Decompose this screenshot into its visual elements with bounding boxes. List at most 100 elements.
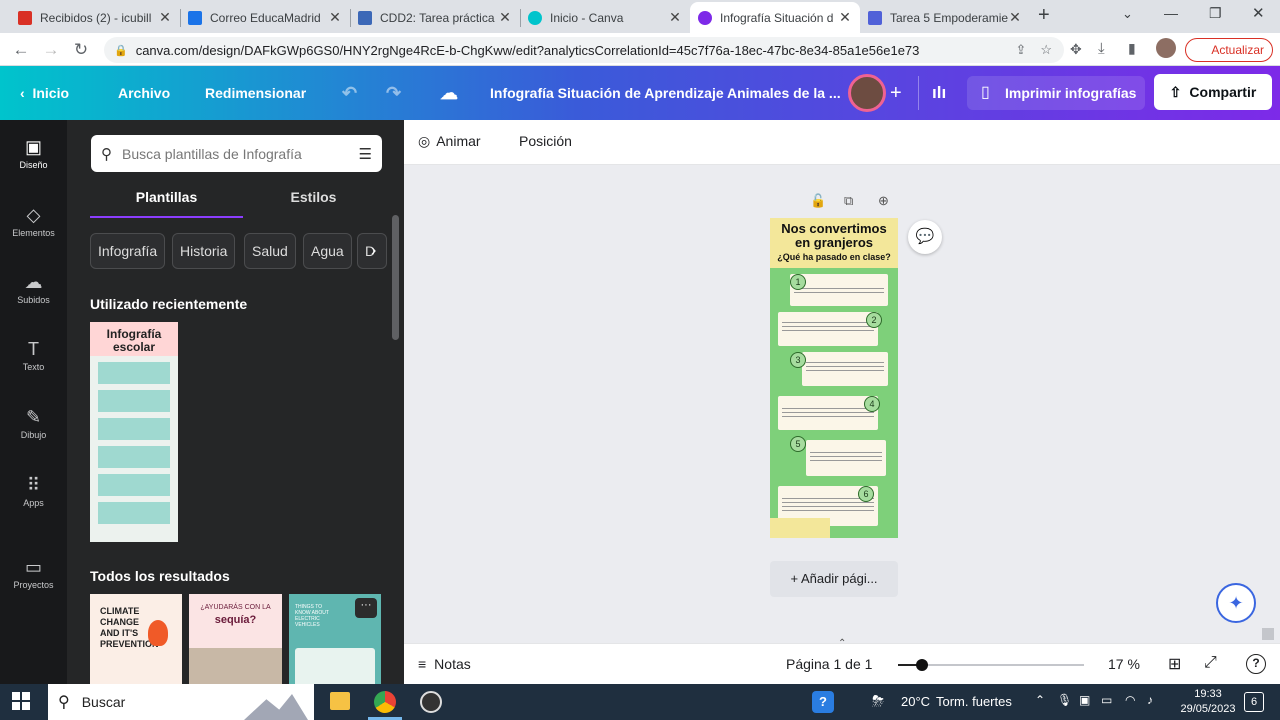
resize-button[interactable]: Redimensionar	[205, 66, 306, 120]
lock-icon[interactable]: 🔓	[810, 193, 826, 209]
fullscreen-icon[interactable]: ⤢	[1204, 654, 1217, 672]
browser-tab[interactable]: Correo EducaMadrid ✕	[180, 2, 350, 33]
back-icon[interactable]: ←	[10, 39, 32, 61]
collaborator-avatar[interactable]	[848, 74, 886, 112]
url-field[interactable]: 🔒 canva.com/design/DAFkGWp6GS0/HNY2rgNge…	[104, 37, 1064, 63]
file-explorer-icon[interactable]	[330, 692, 350, 710]
result-template-electric-vehicles[interactable]: THINGS TO KNOW ABOUT ELECTRIC VEHICLES ·…	[289, 594, 381, 684]
page-footer-band	[770, 518, 830, 538]
chevron-right-icon[interactable]: ›	[371, 242, 376, 260]
microphone-icon[interactable]: 🎙	[1057, 693, 1072, 707]
step-card	[778, 312, 878, 346]
chip-infografia[interactable]: Infografía	[90, 233, 166, 269]
extensions-icon[interactable]: ✥	[1070, 41, 1082, 58]
tab-styles[interactable]: Estilos	[237, 182, 390, 218]
window-close-button[interactable]: ✕	[1252, 4, 1265, 22]
browser-tab[interactable]: Inicio - Canva ✕	[520, 2, 690, 33]
chevron-up-icon[interactable]: ⌃	[1035, 693, 1045, 707]
scrollbar[interactable]	[392, 215, 399, 340]
close-icon[interactable]: ✕	[498, 9, 512, 26]
browser-tab[interactable]: CDD2: Tarea práctica ✕	[350, 2, 520, 33]
side-panel-icon[interactable]: ▮	[1128, 40, 1136, 57]
chip-salud[interactable]: Salud	[244, 233, 296, 269]
comment-icon[interactable]: 💬	[908, 220, 942, 254]
rail-item-text[interactable]: T Texto	[0, 338, 67, 372]
rail-item-design[interactable]: ▣ Diseño	[0, 136, 67, 170]
battery-icon[interactable]: ▭	[1101, 693, 1112, 707]
insights-chart-icon[interactable]: ılı	[932, 66, 946, 120]
chip-agua[interactable]: Agua	[303, 233, 352, 269]
position-button[interactable]: Posición	[519, 133, 572, 149]
design-page[interactable]: Nos convertimos en granjeros ¿Qué ha pas…	[770, 218, 898, 538]
download-icon[interactable]: ⤓	[1098, 40, 1105, 57]
close-icon[interactable]: ✕	[158, 9, 172, 26]
restore-button[interactable]: ❐	[1209, 5, 1222, 22]
close-icon[interactable]: ✕	[668, 9, 682, 26]
bookmark-star-icon[interactable]: ☆	[1040, 42, 1052, 58]
windows-start-icon[interactable]	[12, 692, 30, 710]
profile-avatar[interactable]	[1156, 38, 1176, 58]
forward-icon[interactable]: →	[40, 39, 62, 61]
add-page-button[interactable]: + Añadir pági...	[770, 561, 898, 597]
help-app-icon[interactable]: ?	[812, 691, 834, 713]
file-menu-button[interactable]: Archivo	[118, 66, 170, 120]
browser-tab-active[interactable]: Infografía Situación d ✕	[690, 2, 860, 33]
volume-icon[interactable]: ♪	[1147, 693, 1153, 707]
grid-view-icon[interactable]: ⊞	[1168, 654, 1181, 674]
result-template-drought[interactable]: ¿AYUDARÁS CON LA sequía?	[189, 594, 282, 684]
recent-template-thumb[interactable]: Infografía escolar	[90, 322, 178, 542]
magic-assistant-icon[interactable]: ✦	[1216, 583, 1256, 623]
zoom-slider-thumb[interactable]	[916, 659, 928, 671]
cloud-saved-icon[interactable]: ☁	[440, 66, 458, 120]
template-search-input[interactable]: ⚲ Busca plantillas de Infografía ☰	[91, 135, 382, 172]
tab-search-icon[interactable]: ⌄	[1122, 6, 1133, 22]
weather-temp[interactable]: 20°C	[901, 694, 930, 709]
update-button[interactable]: Actualizar	[1185, 38, 1273, 62]
wifi-icon[interactable]: ◠	[1125, 693, 1135, 707]
browser-tab[interactable]: Recibidos (2) - icubill ✕	[10, 2, 180, 33]
recent-heading: Utilizado recientemente	[90, 296, 248, 312]
add-page-icon[interactable]: ⊕	[878, 193, 889, 209]
rail-item-projects[interactable]: ▭ Proyectos	[0, 556, 67, 590]
more-options-icon[interactable]: ···	[355, 598, 377, 618]
rail-item-apps[interactable]: ⠿ Apps	[0, 474, 67, 508]
notes-button[interactable]: ≡ Notas	[418, 656, 471, 672]
redo-icon[interactable]: ↷	[386, 66, 401, 120]
camera-icon[interactable]: ▣	[1079, 693, 1090, 707]
help-icon[interactable]: ?	[1246, 654, 1266, 674]
chevron-up-icon[interactable]: ⌃	[838, 638, 846, 649]
step-number: 1	[790, 274, 806, 290]
tab-templates[interactable]: Plantillas	[90, 182, 243, 218]
print-button[interactable]: ▯ Imprimir infografías	[967, 76, 1145, 110]
share-page-icon[interactable]: ⇪	[1015, 42, 1026, 58]
filter-sliders-icon[interactable]: ☰	[359, 145, 372, 163]
chrome-icon[interactable]	[374, 691, 396, 713]
close-icon[interactable]: ✕	[1008, 9, 1022, 26]
chip-historia[interactable]: Historia	[172, 233, 236, 269]
rail-item-uploads[interactable]: ☁ Subidos	[0, 271, 67, 305]
new-tab-button[interactable]: +	[1038, 4, 1050, 27]
notifications-badge[interactable]: 6	[1244, 692, 1264, 712]
weather-text[interactable]: Torm. fuertes	[936, 694, 1012, 709]
reload-icon[interactable]: ↻	[70, 39, 92, 61]
close-icon[interactable]: ✕	[328, 9, 342, 26]
share-button[interactable]: ⇧ Compartir	[1154, 74, 1272, 110]
undo-icon[interactable]: ↶	[342, 66, 357, 120]
browser-tab[interactable]: Tarea 5 Empoderamie ✕	[860, 2, 1030, 33]
rail-item-draw[interactable]: ✎ Dibujo	[0, 406, 67, 440]
grid-icon: ⠿	[26, 475, 41, 495]
obs-recorder-icon[interactable]	[420, 691, 442, 713]
rail-item-elements[interactable]: ◇ Elementos	[0, 204, 67, 238]
result-template-climate[interactable]: CLIMATE CHANGE AND IT'S PREVENTION	[90, 594, 182, 684]
close-icon[interactable]: ✕	[838, 9, 852, 26]
page-indicator[interactable]: Página 1 de 1	[786, 656, 872, 672]
clock[interactable]: 19:33 29/05/2023	[1176, 687, 1240, 717]
animate-button[interactable]: ◎ Animar	[418, 133, 481, 150]
design-title[interactable]: Infografía Situación de Aprendizaje Anim…	[490, 66, 841, 120]
add-collaborator-icon[interactable]: +	[890, 66, 902, 120]
home-button[interactable]: ‹ Inicio	[20, 66, 69, 120]
minimize-button[interactable]: —	[1164, 5, 1178, 21]
zoom-level[interactable]: 17 %	[1108, 656, 1140, 672]
duplicate-page-icon[interactable]: ⧉	[844, 193, 853, 209]
taskbar-search[interactable]: ⚲ Buscar	[48, 684, 314, 720]
